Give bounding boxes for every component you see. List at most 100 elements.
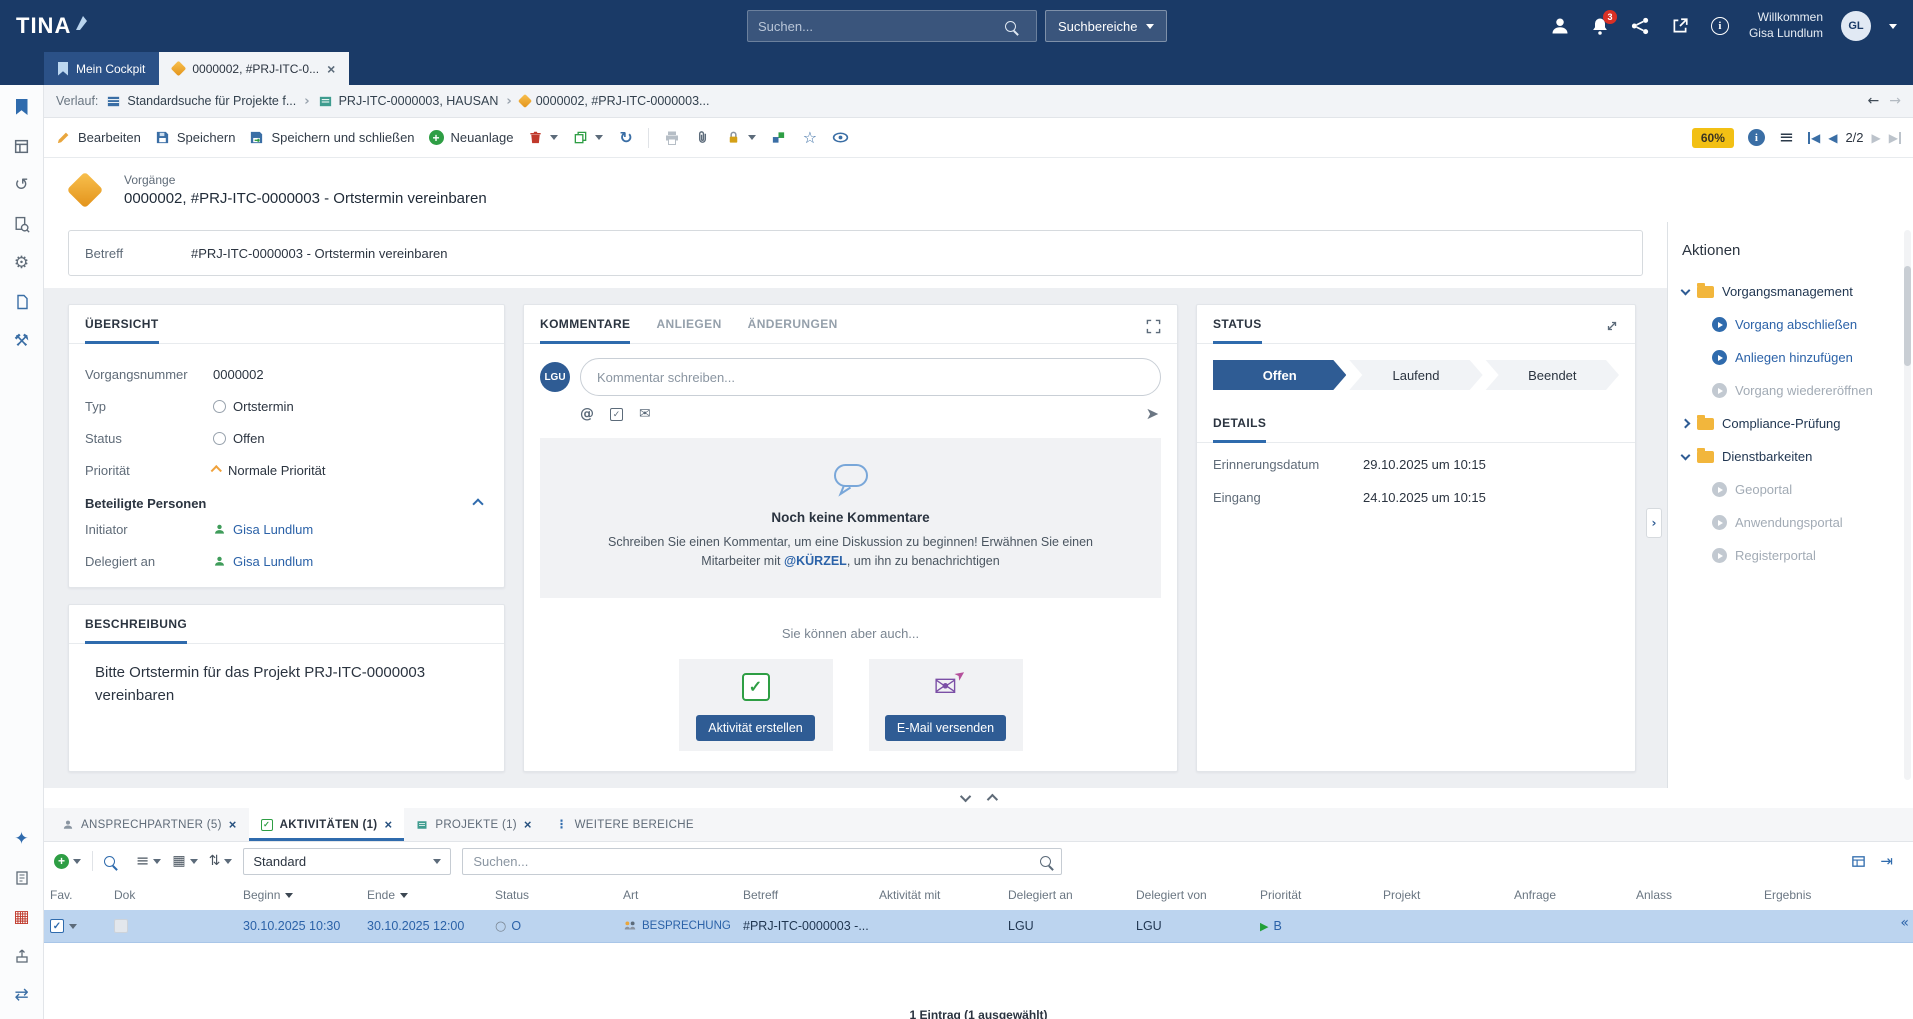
- table-row[interactable]: ✓ 30.10.2025 10:30 30.10.2025 12:00 ○O B…: [44, 910, 1913, 943]
- panel-scrollbar[interactable]: [1904, 230, 1911, 780]
- pin-panel-icon[interactable]: ⇥: [1880, 854, 1893, 869]
- send-comment-icon[interactable]: ➤: [1146, 406, 1159, 422]
- action-vorgang-abschliessen[interactable]: Vorgang abschließen: [1682, 308, 1899, 341]
- tab-ansprechpartner[interactable]: ANSPRECHPARTNER (5) ×: [50, 808, 249, 841]
- view-mode-button[interactable]: ≡: [136, 853, 161, 869]
- row-checkbox[interactable]: ✓: [50, 919, 64, 933]
- collapse-panel-handle[interactable]: ›: [1646, 508, 1662, 538]
- tab-kommentare[interactable]: KOMMENTARE: [540, 317, 630, 344]
- global-search-input[interactable]: [758, 19, 1005, 34]
- mail-icon[interactable]: ✉: [639, 407, 651, 421]
- mention-at-icon[interactable]: @: [580, 407, 594, 421]
- link-record-icon[interactable]: [770, 129, 787, 146]
- save-and-close-button[interactable]: Speichern und schließen: [249, 130, 414, 145]
- chevron-down-icon[interactable]: [1681, 450, 1691, 460]
- notes-icon[interactable]: [12, 868, 32, 888]
- tree-folder-dienstbarkeiten[interactable]: Dienstbarkeiten: [1682, 440, 1899, 473]
- lock-options-chevron-icon[interactable]: [748, 135, 756, 140]
- dok-checkbox[interactable]: [114, 919, 128, 933]
- expand-diagonal-icon[interactable]: [1605, 319, 1619, 333]
- tree-folder-compliance[interactable]: Compliance-Prüfung: [1682, 407, 1899, 440]
- tab-projekte[interactable]: PROJEKTE (1) ×: [404, 808, 543, 841]
- delegate-link[interactable]: Gisa Lundlum: [233, 554, 313, 569]
- chevron-down-icon[interactable]: [1681, 285, 1691, 295]
- lock-icon[interactable]: [725, 129, 742, 146]
- collapse-section-chevron-icon[interactable]: [472, 498, 483, 509]
- print-icon[interactable]: [663, 129, 680, 146]
- chevron-right-icon[interactable]: [1681, 419, 1691, 429]
- calendar-grid-icon[interactable]: ▦: [12, 907, 32, 927]
- column-header-delegiert-an[interactable]: Delegiert an: [1008, 888, 1136, 902]
- tab-aenderungen[interactable]: ÄNDERUNGEN: [748, 317, 838, 344]
- tab-status[interactable]: STATUS: [1213, 317, 1262, 344]
- new-activity-button[interactable]: +: [54, 854, 81, 869]
- user-menu-chevron-icon[interactable]: [1889, 24, 1897, 29]
- sort-button[interactable]: ⇅: [209, 854, 233, 868]
- notifications-bell-icon[interactable]: 3: [1589, 15, 1611, 37]
- view-select[interactable]: Standard: [243, 848, 451, 875]
- collapse-columns-icon[interactable]: «: [1900, 916, 1909, 930]
- export-table-icon[interactable]: [1851, 854, 1866, 869]
- initiator-link[interactable]: Gisa Lundlum: [233, 522, 313, 537]
- settings-gear-icon[interactable]: ⚙: [12, 253, 32, 273]
- info-icon[interactable]: i: [1748, 129, 1765, 146]
- tools-wrench-icon[interactable]: ⚒: [12, 331, 32, 351]
- column-header-aktivitaet-mit[interactable]: Aktivität mit: [879, 888, 1008, 902]
- radio-icon[interactable]: [213, 432, 226, 445]
- tree-folder-vorgangsmanagement[interactable]: Vorgangsmanagement: [1682, 275, 1899, 308]
- column-header-dok[interactable]: Dok: [114, 888, 243, 902]
- open-external-icon[interactable]: [1669, 15, 1691, 37]
- column-header-prioritaet[interactable]: Priorität: [1260, 888, 1383, 902]
- help-info-icon[interactable]: i: [1709, 15, 1731, 37]
- column-header-projekt[interactable]: Projekt: [1383, 888, 1514, 902]
- status-step-laufend[interactable]: Laufend: [1349, 360, 1482, 390]
- save-button[interactable]: Speichern: [155, 130, 236, 145]
- tab-anliegen[interactable]: ANLIEGEN: [656, 317, 721, 344]
- sync-icon[interactable]: ⇄: [12, 985, 32, 1005]
- quality-badge[interactable]: 60%: [1692, 128, 1734, 148]
- apps-window-icon[interactable]: [12, 136, 32, 156]
- column-header-anfrage[interactable]: Anfrage: [1514, 888, 1636, 902]
- action-anliegen-hinzufuegen[interactable]: Anliegen hinzufügen: [1682, 341, 1899, 374]
- refresh-icon[interactable]: ↻: [617, 129, 634, 146]
- contacts-icon[interactable]: [1549, 15, 1571, 37]
- search-icon[interactable]: [1005, 21, 1016, 32]
- fullscreen-icon[interactable]: [1146, 319, 1161, 334]
- tab-record[interactable]: 0000002, #PRJ-ITC-0... ×: [159, 52, 349, 85]
- column-header-art[interactable]: Art: [623, 888, 743, 902]
- user-avatar[interactable]: GL: [1841, 11, 1871, 41]
- document-icon[interactable]: [12, 292, 32, 312]
- row-options-chevron-icon[interactable]: [69, 924, 77, 929]
- breadcrumb-item-project[interactable]: PRJ-ITC-0000003, HAUSAN: [318, 94, 499, 109]
- status-step-offen[interactable]: Offen: [1213, 360, 1346, 390]
- search-icon[interactable]: [1040, 856, 1051, 867]
- search-scope-button[interactable]: Suchbereiche: [1045, 10, 1167, 42]
- duplicate-options-chevron-icon[interactable]: [595, 135, 603, 140]
- breadcrumb-item-search[interactable]: Standardsuche für Projekte f...: [106, 94, 296, 109]
- tab-weitere-bereiche[interactable]: ⋮ WEITERE BEREICHE: [544, 808, 706, 841]
- favorite-star-icon[interactable]: ☆: [801, 129, 818, 146]
- column-header-betreff[interactable]: Betreff: [743, 888, 879, 902]
- previous-record-icon[interactable]: ◀: [1828, 132, 1837, 144]
- create-activity-button[interactable]: Aktivität erstellen: [696, 715, 814, 741]
- document-search-icon[interactable]: [12, 214, 32, 234]
- collapse-up-chevron-icon[interactable]: [986, 794, 997, 805]
- column-header-anlass[interactable]: Anlass: [1636, 888, 1764, 902]
- column-header-ergebnis[interactable]: Ergebnis: [1764, 888, 1913, 902]
- status-step-beendet[interactable]: Beendet: [1486, 360, 1619, 390]
- history-forward-icon[interactable]: →: [1889, 94, 1901, 108]
- column-header-status[interactable]: Status: [495, 888, 623, 902]
- last-record-icon[interactable]: ▶: [1889, 132, 1901, 144]
- duplicate-icon[interactable]: [572, 129, 589, 146]
- favorites-bookmark-icon[interactable]: [12, 97, 32, 117]
- column-header-beginn[interactable]: Beginn: [243, 888, 367, 902]
- new-record-button[interactable]: + Neuanlage: [429, 130, 514, 145]
- collapse-down-chevron-icon[interactable]: [959, 791, 970, 802]
- send-email-button[interactable]: E-Mail versenden: [885, 715, 1006, 741]
- breadcrumb-item-record[interactable]: 0000002, #PRJ-ITC-0000003...: [520, 94, 710, 108]
- close-tab-icon[interactable]: ×: [384, 817, 392, 832]
- columns-button[interactable]: ▦: [172, 854, 197, 868]
- tab-aktivitaeten[interactable]: ✓ AKTIVITÄTEN (1) ×: [249, 808, 405, 841]
- betreff-field[interactable]: Betreff #PRJ-ITC-0000003 - Ortstermin ve…: [68, 230, 1643, 276]
- next-record-icon[interactable]: ▶: [1872, 132, 1881, 144]
